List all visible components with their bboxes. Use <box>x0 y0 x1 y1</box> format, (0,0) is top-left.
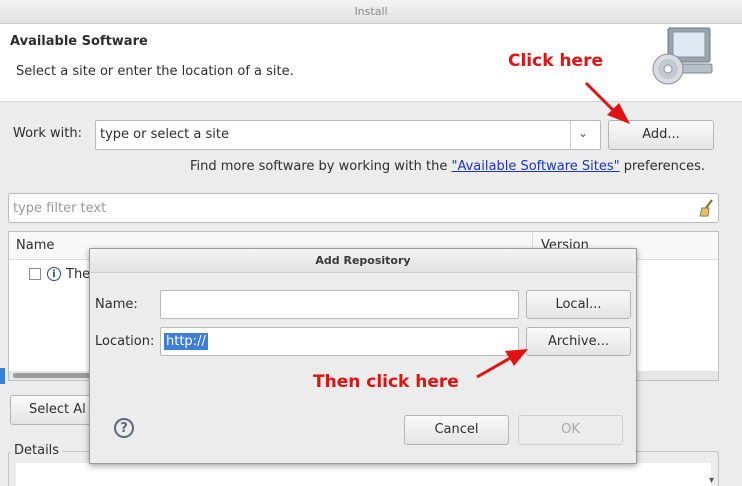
arrow-to-add-button-icon <box>584 81 630 124</box>
then-click-here-annotation: Then click here <box>313 372 459 392</box>
annotation-arrows <box>476 81 630 379</box>
arrow-to-archive-button-icon <box>476 349 528 379</box>
